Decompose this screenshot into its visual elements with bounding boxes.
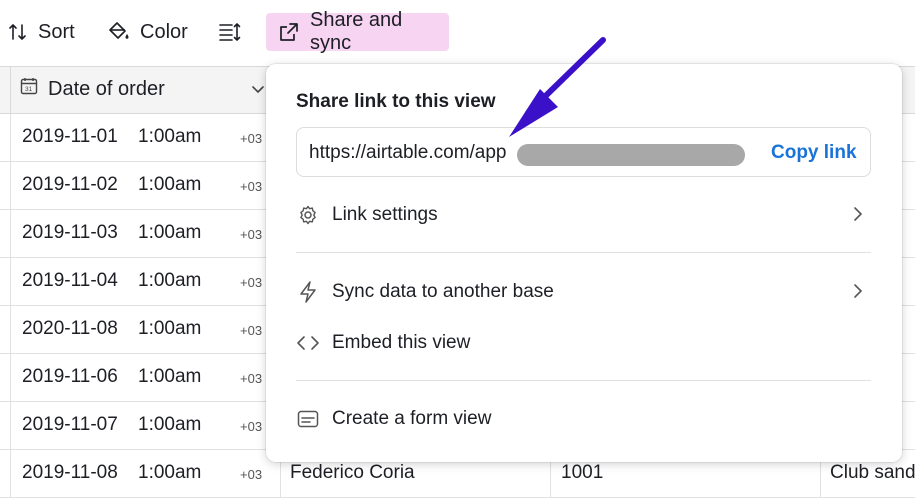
create-form-view-label: Create a form view bbox=[332, 408, 492, 429]
cell-date: 2019-11-02 bbox=[22, 174, 118, 195]
divider bbox=[296, 380, 871, 381]
cell-time: 1:00am bbox=[138, 222, 202, 243]
cell-time: 1:00am bbox=[138, 270, 202, 291]
cell-time: 1:00am bbox=[138, 462, 202, 483]
create-form-view-item[interactable]: Create a form view bbox=[296, 399, 871, 439]
sort-label: Sort bbox=[38, 20, 75, 43]
cell-date: 2020-11-08 bbox=[22, 318, 118, 339]
cell-date: 2019-11-07 bbox=[22, 414, 118, 435]
divider bbox=[296, 252, 871, 253]
copy-link-button[interactable]: Copy link bbox=[771, 142, 857, 164]
share-link-field[interactable]: https://airtable.com/app Copy link bbox=[296, 127, 871, 177]
cell-time: 1:00am bbox=[138, 366, 202, 387]
cell-quantity: 1001 bbox=[561, 462, 604, 483]
external-link-icon bbox=[278, 21, 300, 43]
share-and-sync-label: Share and sync bbox=[310, 9, 403, 54]
cell-time: 1:00am bbox=[138, 174, 202, 195]
embed-view-label: Embed this view bbox=[332, 332, 471, 353]
cell-timezone: +03 bbox=[240, 275, 263, 290]
embed-view-item[interactable]: Embed this view bbox=[296, 323, 871, 363]
row-height-icon bbox=[218, 22, 242, 42]
cell-date: 2019-11-06 bbox=[22, 366, 118, 387]
sort-icon bbox=[8, 22, 28, 42]
sort-button[interactable]: Sort bbox=[0, 13, 83, 51]
cell-time: 1:00am bbox=[138, 126, 202, 147]
code-icon bbox=[296, 334, 320, 352]
lightning-icon bbox=[296, 280, 320, 304]
paint-bucket-icon bbox=[106, 21, 130, 43]
cell-timezone: +03 bbox=[240, 323, 263, 338]
cell-date: 2019-11-08 bbox=[22, 462, 118, 483]
row-height-button[interactable] bbox=[210, 13, 250, 51]
cell-timezone: +03 bbox=[240, 179, 263, 194]
chevron-right-icon bbox=[851, 282, 865, 305]
chevron-down-icon[interactable] bbox=[250, 81, 266, 102]
color-button[interactable]: Color bbox=[98, 13, 196, 51]
cell-timezone: +03 bbox=[240, 227, 263, 242]
cell-date: 2019-11-03 bbox=[22, 222, 118, 243]
link-settings-item[interactable]: Link settings bbox=[296, 195, 871, 235]
form-icon bbox=[296, 410, 320, 428]
popover-title: Share link to this view bbox=[296, 91, 496, 112]
cell-product: Club sand bbox=[830, 462, 915, 483]
cell-customer-name: Federico Coria bbox=[290, 462, 415, 483]
cell-timezone: +03 bbox=[240, 419, 263, 434]
cell-time: 1:00am bbox=[138, 318, 202, 339]
cell-timezone: +03 bbox=[240, 131, 263, 146]
redacted-link-part bbox=[517, 144, 745, 166]
share-link-url: https://airtable.com/app bbox=[309, 142, 507, 163]
sync-data-label: Sync data to another base bbox=[332, 281, 554, 302]
column-header-date-of-order[interactable]: 31 Date of order bbox=[20, 77, 165, 101]
cell-timezone: +03 bbox=[240, 467, 263, 482]
cell-date: 2019-11-04 bbox=[22, 270, 118, 291]
svg-text:31: 31 bbox=[25, 86, 33, 93]
color-label: Color bbox=[140, 20, 188, 43]
link-settings-label: Link settings bbox=[332, 204, 438, 225]
view-toolbar: Sort Color Share and sync bbox=[0, 0, 915, 66]
share-and-sync-button[interactable]: Share and sync bbox=[266, 9, 449, 54]
column-header-label: Date of order bbox=[48, 77, 165, 100]
chevron-right-icon bbox=[851, 205, 865, 228]
gear-icon bbox=[296, 204, 320, 226]
cell-timezone: +03 bbox=[240, 371, 263, 386]
cell-date: 2019-11-01 bbox=[22, 126, 118, 147]
sync-data-item[interactable]: Sync data to another base bbox=[296, 272, 871, 312]
calendar-icon: 31 bbox=[20, 77, 38, 101]
cell-time: 1:00am bbox=[138, 414, 202, 435]
share-popover: Share link to this view https://airtable… bbox=[266, 64, 902, 462]
